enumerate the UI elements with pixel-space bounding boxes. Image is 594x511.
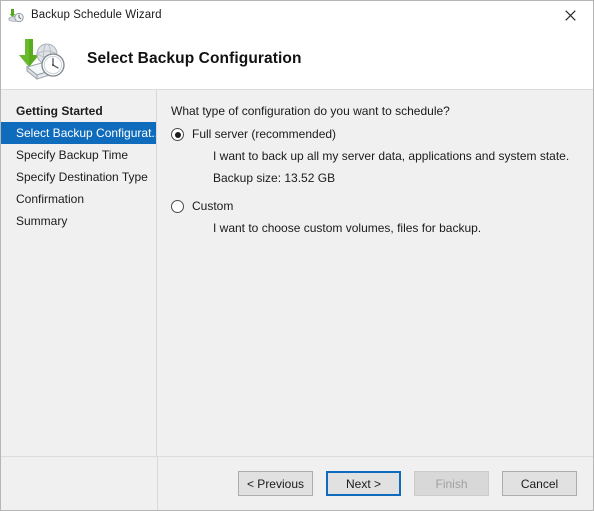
wizard-window: Backup Schedule Wizard Select Backup Con… (0, 0, 594, 511)
cancel-button[interactable]: Cancel (502, 471, 577, 496)
backup-drive-clock-icon (15, 35, 71, 83)
header-banner: Select Backup Configuration (1, 29, 593, 89)
option-full-server-label: Full server (recommended) (192, 127, 337, 141)
page-title: Select Backup Configuration (87, 50, 302, 67)
backup-clock-icon (8, 7, 24, 23)
option-custom-label: Custom (192, 199, 234, 213)
previous-button[interactable]: < Previous (237, 471, 313, 496)
next-button[interactable]: Next > (326, 471, 401, 496)
option-full-server-description: I want to back up all my server data, ap… (213, 149, 570, 163)
wizard-body: Getting Started Select Backup Configurat… (1, 89, 593, 456)
sidebar-divider (157, 457, 158, 510)
window-title: Backup Schedule Wizard (31, 9, 162, 21)
close-icon[interactable] (548, 1, 593, 29)
sidebar-item-select-backup-configuration[interactable]: Select Backup Configurat... (1, 122, 156, 144)
configuration-question: What type of configuration do you want t… (171, 104, 450, 118)
backup-size-value: Backup size: 13.52 GB (213, 171, 336, 185)
option-custom[interactable]: Custom (171, 199, 577, 213)
radio-custom[interactable] (171, 200, 184, 213)
option-spacer (171, 185, 577, 199)
radio-full-server[interactable] (171, 128, 184, 141)
sidebar-item-getting-started[interactable]: Getting Started (1, 100, 156, 122)
wizard-sidebar: Getting Started Select Backup Configurat… (1, 90, 157, 456)
sidebar-item-specify-backup-time[interactable]: Specify Backup Time (1, 144, 156, 166)
sidebar-item-summary[interactable]: Summary (1, 210, 156, 232)
sidebar-item-confirmation[interactable]: Confirmation (1, 188, 156, 210)
sidebar-item-specify-destination-type[interactable]: Specify Destination Type (1, 166, 156, 188)
main-content: What type of configuration do you want t… (157, 90, 593, 456)
finish-button: Finish (414, 471, 489, 496)
option-full-server[interactable]: Full server (recommended) (171, 127, 577, 141)
option-custom-description: I want to choose custom volumes, files f… (213, 221, 482, 235)
title-bar: Backup Schedule Wizard (1, 1, 593, 29)
button-bar: < Previous Next > Finish Cancel (1, 456, 593, 510)
